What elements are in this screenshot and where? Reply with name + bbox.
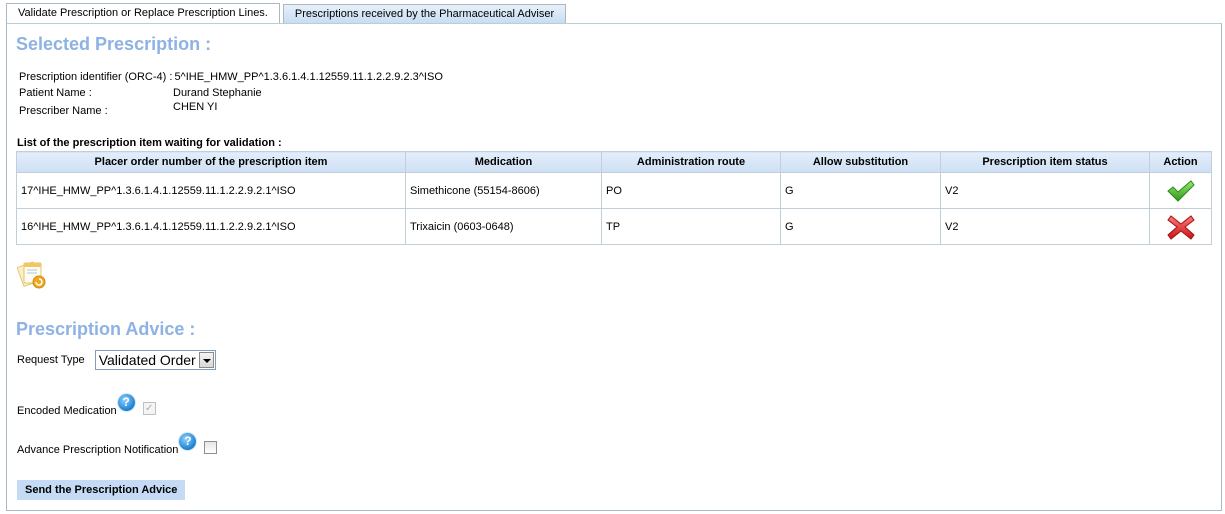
cross-icon[interactable] <box>1166 213 1196 241</box>
request-type-select[interactable]: Validated Order <box>94 350 216 370</box>
column-header-action: Action <box>1149 151 1212 173</box>
substitution-cell: G <box>780 208 941 245</box>
request-type-row: Request Type Validated Order <box>17 350 216 370</box>
help-icon[interactable]: ? <box>117 394 135 411</box>
substitution-cell: G <box>780 172 941 209</box>
status-cell: V2 <box>940 172 1150 209</box>
patient-name-row: Patient Name : Durand Stephanie <box>19 85 443 101</box>
help-icon[interactable]: ? <box>179 433 197 450</box>
route-cell: TP <box>601 208 781 245</box>
chevron-down-icon[interactable] <box>198 352 214 368</box>
action-cell <box>1149 208 1212 245</box>
placer-order-cell: 16^IHE_HMW_PP^1.3.6.1.4.1.12559.11.1.2.2… <box>16 208 406 245</box>
check-icon[interactable] <box>1166 177 1196 205</box>
prescription-note-icon[interactable] <box>16 260 49 290</box>
send-prescription-advice-button[interactable]: Send the Prescription Advice <box>17 480 186 500</box>
prescriber-name-row: Prescriber Name : CHEN YI <box>19 101 443 117</box>
table-header-row: Placer order number of the prescription … <box>16 151 1212 173</box>
prescriber-name-label: Prescriber Name : <box>19 105 108 117</box>
table-row: 17^IHE_HMW_PP^1.3.6.1.4.1.12559.11.1.2.2… <box>16 172 1212 209</box>
placer-order-cell: 17^IHE_HMW_PP^1.3.6.1.4.1.12559.11.1.2.2… <box>16 172 406 209</box>
encoded-medication-row: Encoded Medication ? ✓ <box>17 394 156 417</box>
route-cell: PO <box>601 172 781 209</box>
tab-validate-prescription[interactable]: Validate Prescription or Replace Prescri… <box>6 3 280 25</box>
prescription-identifier-value: 5^IHE_HMW_PP^1.3.6.1.4.1.12559.11.1.2.2.… <box>174 71 443 83</box>
prescription-identifier-label: Prescription identifier (ORC-4) : <box>19 71 173 83</box>
column-header-medication[interactable]: Medication <box>405 151 602 173</box>
tab-panel: Selected Prescription : Prescription ide… <box>6 23 1222 511</box>
prescription-identifier-row: Prescription identifier (ORC-4) : 5^IHE_… <box>19 69 443 85</box>
patient-name-label: Patient Name : <box>19 87 92 99</box>
prescription-info: Prescription identifier (ORC-4) : 5^IHE_… <box>19 69 443 117</box>
tab-bar: Validate Prescription or Replace Prescri… <box>6 3 569 25</box>
medication-cell: Simethicone (55154-8606) <box>405 172 602 209</box>
patient-name-value: Durand Stephanie <box>173 87 262 99</box>
encoded-medication-checkbox[interactable]: ✓ <box>142 402 156 415</box>
prescription-advice-title: Prescription Advice : <box>16 319 196 339</box>
advance-notification-checkbox[interactable] <box>204 441 218 454</box>
medication-cell: Trixaicin (0603-0648) <box>405 208 602 245</box>
advance-notification-label: Advance Prescription Notification <box>17 444 179 456</box>
column-header-placer-order[interactable]: Placer order number of the prescription … <box>16 151 406 173</box>
tab-prescriptions-received[interactable]: Prescriptions received by the Pharmaceut… <box>282 4 567 24</box>
table-row: 16^IHE_HMW_PP^1.3.6.1.4.1.12559.11.1.2.2… <box>16 208 1212 245</box>
status-cell: V2 <box>940 208 1150 245</box>
items-list-title: List of the prescription item waiting fo… <box>17 137 282 149</box>
column-header-administration-route[interactable]: Administration route <box>601 151 781 173</box>
request-type-value: Validated Order <box>98 352 196 368</box>
column-header-item-status[interactable]: Prescription item status <box>940 151 1150 173</box>
encoded-medication-label: Encoded Medication <box>17 405 117 417</box>
prescription-items-table: Placer order number of the prescription … <box>16 151 1212 245</box>
prescriber-name-value: CHEN YI <box>173 101 218 113</box>
request-type-label: Request Type <box>17 354 85 366</box>
selected-prescription-title: Selected Prescription : <box>16 34 212 54</box>
column-header-allow-substitution[interactable]: Allow substitution <box>780 151 941 173</box>
advance-notification-row: Advance Prescription Notification ? <box>17 433 218 456</box>
action-cell <box>1149 172 1212 209</box>
